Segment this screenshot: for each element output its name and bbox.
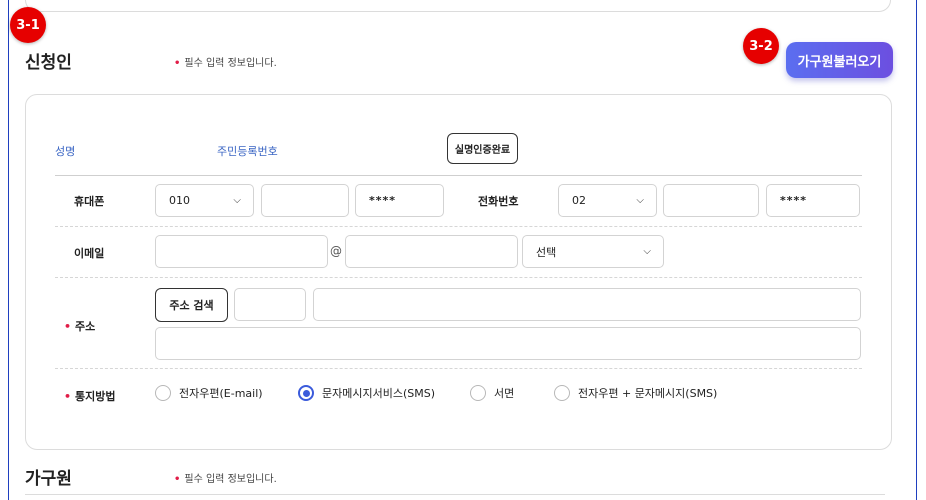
tel-prefix-value: 02 (572, 194, 586, 207)
tel-label: 전화번호 (478, 195, 519, 208)
address-label: • 주소 (64, 318, 95, 334)
notify-label: • 통지방법 (64, 388, 116, 404)
mobile-last-input[interactable]: **** (355, 184, 444, 217)
annotation-marker-3-1: 3-1 (10, 7, 46, 43)
notify-option-label: 전자우편(E-mail) (179, 387, 263, 400)
radio-icon[interactable] (470, 385, 486, 401)
required-dot: • (174, 58, 181, 69)
name-label: 성명 (55, 145, 76, 158)
address-label-text: 주소 (75, 320, 96, 333)
divider (55, 368, 862, 369)
email-domain-select[interactable]: 선택 ⌵ (522, 235, 664, 268)
applicant-section-title: 신청인 (25, 53, 72, 73)
previous-section-card (25, 0, 891, 12)
tel-prefix-select[interactable]: 02 ⌵ (558, 184, 657, 217)
mobile-middle-input[interactable] (261, 184, 349, 217)
email-local-input[interactable] (155, 235, 328, 268)
email-domain-select-value: 선택 (536, 245, 557, 259)
zipcode-input[interactable] (234, 288, 306, 321)
notify-option-sms[interactable]: 문자메시지서비스(SMS) (298, 385, 435, 401)
notify-option-mail[interactable]: 서면 (470, 385, 514, 401)
address-line1-input[interactable] (313, 288, 861, 321)
verify-complete-button[interactable]: 실명인증완료 (447, 133, 518, 164)
required-dot: • (174, 474, 181, 485)
chevron-down-icon: ⌵ (233, 195, 241, 206)
load-family-button[interactable]: 가구원불러오기 (786, 42, 893, 78)
frame-border-right (916, 0, 917, 500)
applicant-required-note: • 필수 입력 정보입니다. (174, 54, 277, 69)
radio-icon[interactable] (554, 385, 570, 401)
family-form-card (25, 494, 885, 500)
mobile-label: 휴대폰 (74, 195, 105, 208)
rrn-label: 주민등록번호 (217, 145, 278, 158)
notify-label-text: 통지방법 (75, 390, 116, 403)
notify-option-label: 전자우편 + 문자메시지(SMS) (578, 387, 718, 400)
required-dot: • (64, 390, 72, 403)
family-section-title: 가구원 (25, 469, 72, 489)
mobile-prefix-value: 010 (169, 194, 190, 207)
chevron-down-icon: ⌵ (643, 246, 651, 257)
required-dot: • (64, 320, 72, 333)
email-label: 이메일 (74, 247, 105, 260)
email-at-sign: @ (330, 244, 342, 258)
frame-border-left (8, 0, 9, 500)
address-line2-input[interactable] (155, 327, 861, 360)
address-search-button[interactable]: 주소 검색 (155, 288, 228, 322)
divider (55, 226, 862, 227)
chevron-down-icon: ⌵ (636, 195, 644, 206)
divider (55, 277, 862, 278)
family-required-note: • 필수 입력 정보입니다. (174, 470, 277, 485)
radio-icon[interactable] (155, 385, 171, 401)
tel-last-input[interactable]: **** (766, 184, 860, 217)
required-note-text: 필수 입력 정보입니다. (184, 58, 277, 69)
annotation-marker-3-2: 3-2 (743, 28, 779, 64)
required-note-text: 필수 입력 정보입니다. (184, 474, 277, 485)
notify-option-label: 문자메시지서비스(SMS) (322, 387, 435, 400)
divider (55, 175, 862, 176)
notify-option-email[interactable]: 전자우편(E-mail) (155, 385, 263, 401)
tel-middle-input[interactable] (663, 184, 759, 217)
notify-option-email-sms[interactable]: 전자우편 + 문자메시지(SMS) (554, 385, 717, 401)
email-domain-input[interactable] (345, 235, 518, 268)
mobile-prefix-select[interactable]: 010 ⌵ (155, 184, 254, 217)
radio-checked-icon[interactable] (298, 385, 314, 401)
notify-option-label: 서면 (494, 387, 515, 400)
